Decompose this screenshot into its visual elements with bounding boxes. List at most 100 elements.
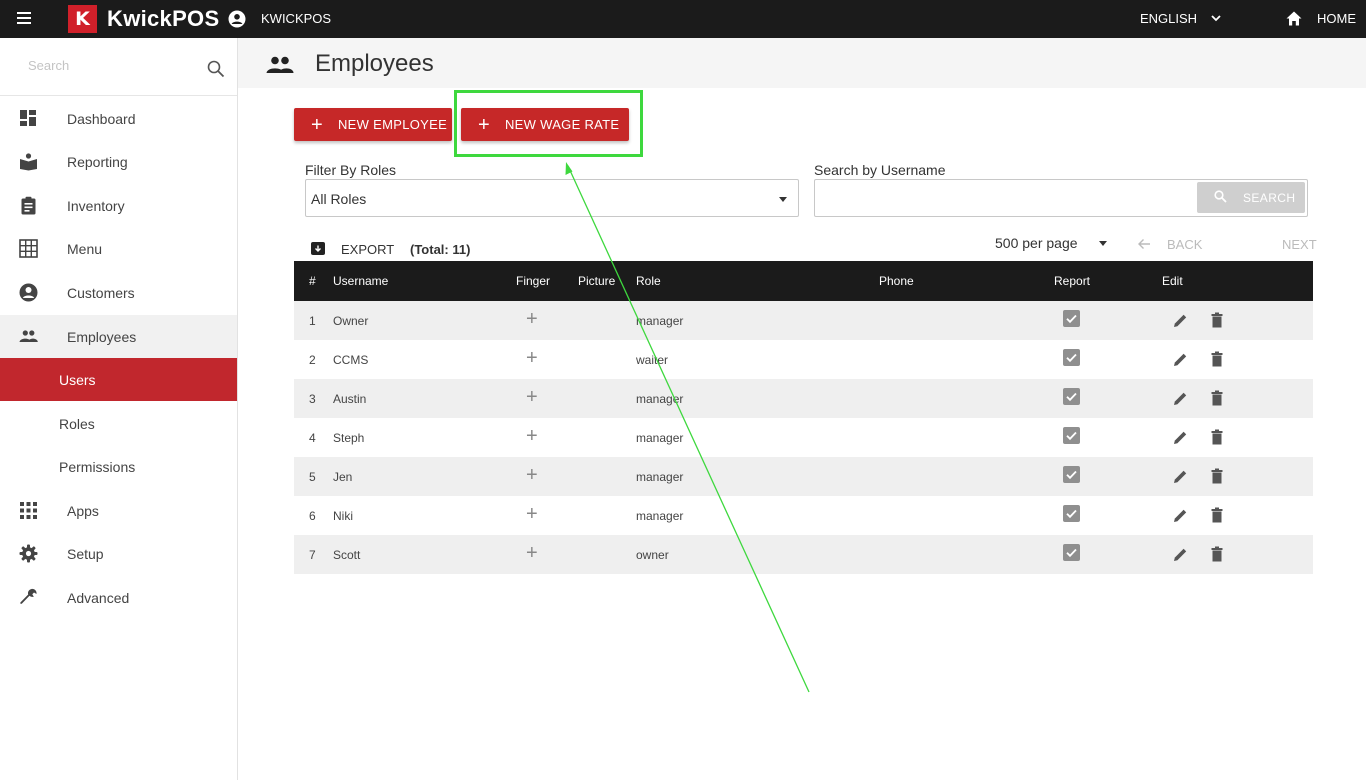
- sidebar-item-setup[interactable]: Setup: [0, 532, 237, 575]
- row-number: 4: [309, 431, 316, 445]
- edit-pencil-icon[interactable]: [1173, 391, 1188, 406]
- add-fingerprint-icon[interactable]: +: [526, 387, 538, 407]
- dashboard-icon: [20, 110, 36, 126]
- add-fingerprint-icon[interactable]: +: [526, 348, 538, 368]
- sidebar-item-customers[interactable]: Customers: [0, 271, 237, 314]
- search-button[interactable]: SEARCH: [1197, 182, 1305, 213]
- export-link[interactable]: EXPORT: [341, 242, 394, 257]
- sidebar-item-advanced[interactable]: Advanced: [0, 576, 237, 619]
- add-fingerprint-icon[interactable]: +: [526, 504, 538, 524]
- customer-icon: [19, 283, 38, 302]
- row-number: 1: [309, 314, 316, 328]
- delete-trash-icon[interactable]: [1211, 429, 1223, 445]
- per-page-select[interactable]: 500 per page: [995, 235, 1078, 251]
- page-title: Employees: [315, 50, 434, 77]
- home-icon[interactable]: [1286, 11, 1302, 26]
- add-fingerprint-icon[interactable]: +: [526, 465, 538, 485]
- search-username-field: SEARCH: [814, 179, 1308, 217]
- sidebar-item-label: Dashboard: [67, 110, 136, 127]
- row-role: manager: [636, 470, 684, 484]
- table-row[interactable]: 2 CCMS + waiter: [294, 340, 1313, 379]
- plus-icon: +: [311, 113, 323, 136]
- row-role: manager: [636, 314, 684, 328]
- filter-roles-select[interactable]: All Roles: [305, 179, 799, 217]
- sidebar-subitem-label: Permissions: [59, 459, 136, 475]
- language-selector[interactable]: ENGLISH: [1140, 11, 1197, 26]
- delete-trash-icon[interactable]: [1211, 546, 1223, 562]
- edit-pencil-icon[interactable]: [1173, 508, 1188, 523]
- report-checkbox[interactable]: [1063, 466, 1080, 483]
- search-icon[interactable]: [207, 60, 225, 78]
- table-row[interactable]: 4 Steph + manager: [294, 418, 1313, 457]
- report-checkbox[interactable]: [1063, 427, 1080, 444]
- row-username: Scott: [333, 548, 361, 562]
- delete-trash-icon[interactable]: [1211, 507, 1223, 523]
- report-checkbox[interactable]: [1063, 388, 1080, 405]
- account-icon[interactable]: [228, 10, 246, 28]
- logo-mark: K: [68, 5, 97, 33]
- sidebar-search: [0, 38, 237, 96]
- row-role: manager: [636, 392, 684, 406]
- sidebar-item-employees[interactable]: Employees: [0, 315, 237, 358]
- sidebar-item-apps[interactable]: Apps: [0, 489, 237, 532]
- row-number: 2: [309, 353, 316, 367]
- delete-trash-icon[interactable]: [1211, 390, 1223, 406]
- sidebar-item-menu[interactable]: Menu: [0, 227, 237, 270]
- table-row[interactable]: 7 Scott + owner: [294, 535, 1313, 574]
- sidebar-item-label: Customers: [67, 284, 135, 301]
- header-username[interactable]: Username: [333, 274, 388, 288]
- edit-pencil-icon[interactable]: [1173, 313, 1188, 328]
- download-icon: [315, 245, 321, 252]
- row-username: CCMS: [333, 353, 369, 367]
- new-employee-button[interactable]: + NEW EMPLOYEE: [294, 108, 452, 141]
- sidebar-item-label: Advanced: [67, 589, 130, 606]
- export-icon[interactable]: [311, 242, 325, 255]
- row-username: Jen: [333, 470, 353, 484]
- row-role: owner: [636, 548, 669, 562]
- sidebar-subitem-permissions[interactable]: Permissions: [0, 445, 237, 488]
- chevron-down-icon[interactable]: [1210, 12, 1222, 24]
- header-picture: Picture: [578, 274, 616, 288]
- sidebar-item-inventory[interactable]: Inventory: [0, 184, 237, 227]
- home-link[interactable]: HOME: [1317, 11, 1356, 26]
- sidebar-subitem-roles[interactable]: Roles: [0, 402, 237, 445]
- table-row[interactable]: 6 Niki + manager: [294, 496, 1313, 535]
- row-username: Austin: [333, 392, 367, 406]
- back-button[interactable]: BACK: [1167, 237, 1202, 252]
- delete-trash-icon[interactable]: [1211, 351, 1223, 367]
- header-finger: Finger: [516, 274, 551, 288]
- report-checkbox[interactable]: [1063, 544, 1080, 561]
- arrow-left-icon[interactable]: [1137, 237, 1151, 251]
- table-row[interactable]: 1 Owner + manager: [294, 301, 1313, 340]
- sidebar-item-label: Apps: [67, 502, 99, 519]
- report-checkbox[interactable]: [1063, 349, 1080, 366]
- store-name: KWICKPOS: [261, 11, 332, 26]
- app-name: KwickPOS: [107, 6, 220, 31]
- header-role[interactable]: Role: [636, 274, 661, 288]
- sidebar-item-reporting[interactable]: Reporting: [0, 140, 237, 183]
- add-fingerprint-icon[interactable]: +: [526, 543, 538, 563]
- delete-trash-icon[interactable]: [1211, 468, 1223, 484]
- sidebar-item-dashboard[interactable]: Dashboard: [0, 97, 237, 140]
- edit-pencil-icon[interactable]: [1173, 430, 1188, 445]
- row-username: Niki: [333, 509, 353, 523]
- sidebar-subitem-users[interactable]: Users: [0, 358, 237, 401]
- sidebar-search-input[interactable]: [28, 58, 178, 73]
- next-button[interactable]: NEXT: [1282, 237, 1317, 252]
- report-checkbox[interactable]: [1063, 310, 1080, 327]
- wrench-icon: [20, 588, 37, 604]
- table-row[interactable]: 3 Austin + manager: [294, 379, 1313, 418]
- add-fingerprint-icon[interactable]: +: [526, 309, 538, 329]
- search-username-input[interactable]: [821, 189, 1191, 205]
- edit-pencil-icon[interactable]: [1173, 547, 1188, 562]
- edit-pencil-icon[interactable]: [1173, 469, 1188, 484]
- table-row[interactable]: 5 Jen + manager: [294, 457, 1313, 496]
- add-fingerprint-icon[interactable]: +: [526, 426, 538, 446]
- delete-trash-icon[interactable]: [1211, 312, 1223, 328]
- report-checkbox[interactable]: [1063, 505, 1080, 522]
- caret-down-icon[interactable]: [1099, 241, 1107, 246]
- hamburger-menu-icon[interactable]: [17, 12, 31, 24]
- row-number: 7: [309, 548, 316, 562]
- app-window: K KwickPOS KWICKPOS ENGLISH HOME Search …: [0, 0, 1366, 780]
- edit-pencil-icon[interactable]: [1173, 352, 1188, 367]
